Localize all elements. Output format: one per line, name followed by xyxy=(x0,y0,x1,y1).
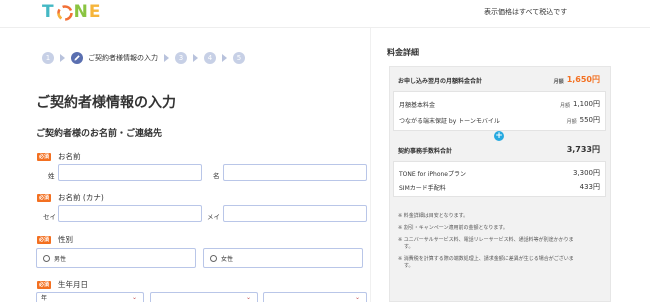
logo-letter-n: N xyxy=(73,2,89,22)
monthly-item-row: つながる端末保証 by トーンモバイル 月額 550円 xyxy=(399,115,600,125)
last-name-label: 姓 xyxy=(48,172,55,180)
monthly-item-unit: 月額 xyxy=(559,103,570,109)
note-item: ※ 割引・キャンペーン適用前の金額となります。 xyxy=(398,225,508,231)
step-5: 5 xyxy=(233,52,245,64)
fees-total-row: 契約事務手数料合計 3,733円 xyxy=(398,144,600,155)
birthday-field-label: 必須 生年月日 xyxy=(37,279,88,290)
chevron-down-icon: ⌄ xyxy=(131,294,137,301)
fee-item-value: 3,300円 xyxy=(572,169,600,177)
fee-item-row: SIMカード手配料 433円 xyxy=(399,182,600,192)
monthly-breakdown-box: 月額基本料金 月額 1,100円 つながる端末保証 by トーンモバイル 月額 55… xyxy=(393,91,606,131)
last-name-kana-label: セイ xyxy=(43,213,56,221)
section-title: ご契約者様のお名前・ご連絡先 xyxy=(36,129,163,139)
fee-item-value: 433円 xyxy=(579,183,600,191)
header-divider xyxy=(0,27,650,28)
monthly-item-row: 月額基本料金 月額 1,100円 xyxy=(399,99,600,109)
fees-total-label: 契約事務手数料合計 xyxy=(398,148,453,155)
step-arrow-icon xyxy=(222,54,227,62)
note-item: ※ 料金詳細は目安となります。 xyxy=(398,213,469,219)
step-2-label: ご契約者様情報の入力 xyxy=(88,54,158,62)
gender-female-radio[interactable]: 女性 xyxy=(203,248,363,268)
fees-total-value: 3,733円 xyxy=(566,145,600,154)
birth-year-select[interactable]: 年 ⌄ xyxy=(36,292,144,302)
monthly-total-value: 1,650円 xyxy=(566,75,600,84)
note-item-cont: す。 xyxy=(404,244,414,250)
kana-label: お名前 (カナ) xyxy=(58,193,104,202)
pricing-panel: お申し込み翌月の月額料金合計 月額 1,650円 月額基本料金 月額 1,100円 … xyxy=(389,66,611,302)
fee-item-label: TONE for iPhoneプラン xyxy=(399,171,466,178)
name-label: お名前 xyxy=(58,152,81,161)
required-badge: 必須 xyxy=(37,193,52,202)
step-2-pencil-icon xyxy=(71,52,83,64)
fee-item-row: TONE for iPhoneプラン 3,300円 xyxy=(399,168,600,178)
pricing-title: 料金詳細 xyxy=(387,48,419,57)
monthly-item-unit: 月額 xyxy=(566,119,577,125)
fee-item-label: SIMカード手配料 xyxy=(399,185,446,192)
fees-breakdown-box: TONE for iPhoneプラン 3,300円 SIMカード手配料 433円 xyxy=(393,161,606,197)
birth-month-select[interactable]: ⌄ xyxy=(150,292,258,302)
chevron-down-icon: ⌄ xyxy=(354,294,360,301)
gender-male-label: 男性 xyxy=(54,255,67,263)
monthly-total-unit: 月額 xyxy=(553,79,564,85)
monthly-item-value: 550円 xyxy=(579,116,600,124)
pricing-notes: ※ 料金詳細は目安となります。 ※ 割引・キャンペーン適用前の金額となります。 … xyxy=(398,213,604,275)
gender-label: 性別 xyxy=(58,235,74,244)
note-item: ※ 消費税を計算する際の端数処理上、請求金額に差異が生じる場合がございま xyxy=(398,256,574,262)
first-name-kana-input[interactable] xyxy=(223,205,367,222)
radio-circle-icon xyxy=(210,254,217,262)
step-arrow-icon xyxy=(193,54,198,62)
logo-o-icon xyxy=(56,5,73,21)
plus-icon: + xyxy=(494,131,504,141)
page-title: ご契約者様情報の入力 xyxy=(36,95,176,111)
tone-logo[interactable]: T N E xyxy=(42,3,101,21)
column-divider xyxy=(370,28,371,302)
note-item-cont: す。 xyxy=(404,263,414,269)
tax-note: 表示価格はすべて税込です xyxy=(484,8,568,16)
required-badge: 必須 xyxy=(37,280,52,289)
logo-letter-t: T xyxy=(42,2,55,22)
monthly-total-label: お申し込み翌月の月額料金合計 xyxy=(398,78,483,85)
gender-field-label: 必須 性別 xyxy=(37,234,73,245)
monthly-item-label: つながる端末保証 by トーンモバイル xyxy=(399,118,500,125)
logo-letter-e: E xyxy=(88,2,102,22)
required-badge: 必須 xyxy=(37,152,52,161)
name-field-label: 必須 お名前 xyxy=(37,151,81,162)
first-name-input[interactable] xyxy=(223,164,367,181)
monthly-item-value: 1,100円 xyxy=(572,100,600,108)
monthly-total-row: お申し込み翌月の月額料金合計 月額 1,650円 xyxy=(398,74,600,85)
birthday-label: 生年月日 xyxy=(58,280,89,289)
step-arrow-icon xyxy=(164,54,169,62)
gender-male-radio[interactable]: 男性 xyxy=(36,248,196,268)
step-arrow-icon xyxy=(60,54,65,62)
last-name-kana-input[interactable] xyxy=(58,205,202,222)
first-name-kana-label: メイ xyxy=(207,213,220,221)
step-3: 3 xyxy=(175,52,187,64)
required-badge: 必須 xyxy=(37,235,52,244)
birth-day-select[interactable]: ⌄ xyxy=(263,292,367,302)
chevron-down-icon: ⌄ xyxy=(245,294,251,301)
radio-circle-icon xyxy=(43,254,50,262)
monthly-item-label: 月額基本料金 xyxy=(399,102,436,109)
first-name-label: 名 xyxy=(213,172,220,180)
note-item: ※ ユニバーサルサービス料、電話リレーサービス料、通話料等が別途かかりま xyxy=(398,237,574,243)
kana-field-label: 必須 お名前 (カナ) xyxy=(37,192,104,203)
gender-female-label: 女性 xyxy=(221,255,234,263)
birth-year-value: 年 xyxy=(41,295,48,302)
last-name-input[interactable] xyxy=(58,164,202,181)
step-1: 1 xyxy=(42,52,54,64)
step-4: 4 xyxy=(204,52,216,64)
step-indicator: 1 ご契約者様情報の入力 3 4 5 xyxy=(42,52,245,64)
